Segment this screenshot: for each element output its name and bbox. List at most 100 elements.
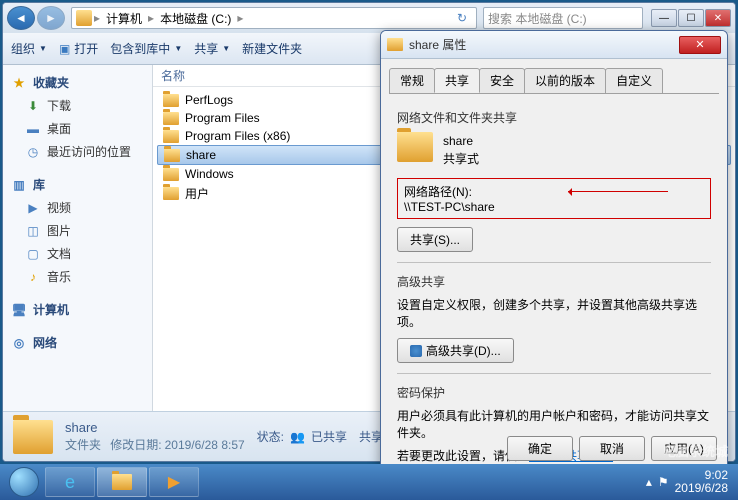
breadcrumb[interactable]: ▸ 计算机 ▸ 本地磁盘 (C:) ▸ ↻: [71, 7, 477, 29]
chevron-right-icon: ▸: [237, 11, 243, 25]
folder-icon: [387, 38, 403, 51]
details-status: 状态: 👥 已共享: [257, 428, 347, 445]
dialog-tabs: 常规 共享 安全 以前的版本 自定义: [389, 68, 719, 94]
sidebar-network[interactable]: ◎网络: [3, 331, 152, 354]
windows-icon: [9, 467, 39, 497]
window-controls: — ☐ ✕: [651, 9, 731, 27]
taskbar-ie[interactable]: e: [45, 467, 95, 497]
search-placeholder: 搜索 本地磁盘 (C:): [488, 10, 587, 27]
network-icon: ◎: [11, 335, 27, 351]
open-icon: ▣: [59, 42, 70, 56]
breadcrumb-drive[interactable]: 本地磁盘 (C:): [156, 10, 235, 27]
tray-up-icon[interactable]: ▴: [646, 475, 652, 489]
close-button[interactable]: ✕: [705, 9, 731, 27]
share-menu[interactable]: 共享▼: [194, 40, 230, 57]
chevron-down-icon: ▼: [39, 44, 47, 53]
library-icon: ▥: [11, 177, 27, 193]
forward-button[interactable]: ►: [37, 6, 65, 30]
section-network-sharing: 网络文件和文件夹共享: [397, 109, 711, 126]
share-name: share: [443, 132, 479, 150]
drive-icon: [76, 10, 92, 26]
nav-buttons: ◄ ►: [7, 6, 65, 30]
system-tray: ▴ ⚑ 9:02 2019/6/28: [646, 469, 734, 495]
people-icon: 👥: [290, 430, 305, 444]
document-icon: ▢: [25, 246, 41, 262]
sidebar: ★收藏夹 ⬇下载 ▬桌面 ◷最近访问的位置 ▥库 ▶视频 ◫图片 ▢文档 ♪音乐…: [3, 65, 153, 411]
cancel-button[interactable]: 取消: [579, 436, 645, 461]
chevron-down-icon: ▼: [174, 44, 182, 53]
folder-icon: [397, 132, 433, 162]
breadcrumb-computer[interactable]: 计算机: [102, 10, 146, 27]
ie-icon: e: [65, 472, 75, 493]
start-button[interactable]: [4, 466, 44, 498]
video-icon: ▶: [25, 200, 41, 216]
advanced-share-button[interactable]: 高级共享(D)...: [397, 338, 514, 363]
ok-button[interactable]: 确定: [507, 436, 573, 461]
sidebar-pictures[interactable]: ◫图片: [3, 219, 152, 242]
sidebar-computer[interactable]: 🖥计算机: [3, 298, 152, 321]
chevron-right-icon: ▸: [94, 11, 100, 25]
section-password: 密码保护: [397, 384, 711, 401]
folder-icon: [163, 168, 179, 181]
shield-icon: [410, 345, 422, 357]
sidebar-music[interactable]: ♪音乐: [3, 265, 152, 288]
refresh-icon[interactable]: ↻: [452, 11, 472, 25]
maximize-button[interactable]: ☐: [678, 9, 704, 27]
dialog-title: share 属性: [409, 36, 679, 53]
media-icon: ▶: [168, 472, 180, 492]
newfolder-button[interactable]: 新建文件夹: [242, 40, 302, 57]
network-path-box: 网络路径(N): \\TEST-PC\share: [397, 178, 711, 219]
share-info: share 共享式: [397, 132, 711, 168]
share-button[interactable]: 共享(S)...: [397, 227, 473, 252]
star-icon: ★: [11, 75, 27, 91]
music-icon: ♪: [25, 269, 41, 285]
action-center-icon[interactable]: ⚑: [658, 475, 669, 489]
sidebar-downloads[interactable]: ⬇下载: [3, 94, 152, 117]
picture-icon: ◫: [25, 223, 41, 239]
sidebar-libraries[interactable]: ▥库: [3, 173, 152, 196]
chevron-down-icon: ▼: [222, 44, 230, 53]
folder-icon: [163, 94, 179, 107]
folder-icon: [163, 187, 179, 200]
watermark: 电脑系统城: [663, 441, 728, 460]
search-input[interactable]: 搜索 本地磁盘 (C:): [483, 7, 643, 29]
folder-icon: [164, 149, 180, 162]
section-advanced: 高级共享: [397, 273, 711, 290]
share-state: 共享式: [443, 150, 479, 168]
sidebar-favorites[interactable]: ★收藏夹: [3, 71, 152, 94]
tab-previous[interactable]: 以前的版本: [524, 68, 606, 93]
details-modified: 2019/6/28 8:57: [165, 438, 245, 452]
folder-icon: [112, 474, 132, 490]
tab-sharing[interactable]: 共享: [434, 68, 480, 93]
taskbar: e ▶ ▴ ⚑ 9:02 2019/6/28: [0, 464, 738, 500]
sidebar-desktop[interactable]: ▬桌面: [3, 117, 152, 140]
tray-clock[interactable]: 9:02 2019/6/28: [675, 469, 728, 495]
minimize-button[interactable]: —: [651, 9, 677, 27]
organize-menu[interactable]: 组织▼: [11, 40, 47, 57]
taskbar-media[interactable]: ▶: [149, 467, 199, 497]
folder-icon: [163, 112, 179, 125]
desktop: ◄ ► ▸ 计算机 ▸ 本地磁盘 (C:) ▸ ↻ 搜索 本地磁盘 (C:) —…: [0, 0, 738, 500]
folder-icon: [13, 420, 53, 454]
taskbar-explorer[interactable]: [97, 467, 147, 497]
tab-content: 网络文件和文件夹共享 share 共享式 网络路径(N): \\TEST-PC\…: [389, 101, 719, 470]
sidebar-documents[interactable]: ▢文档: [3, 242, 152, 265]
tab-custom[interactable]: 自定义: [605, 68, 663, 93]
tab-security[interactable]: 安全: [479, 68, 525, 93]
folder-icon: [163, 130, 179, 143]
sidebar-recent[interactable]: ◷最近访问的位置: [3, 140, 152, 163]
advanced-desc: 设置自定义权限，创建多个共享，并设置其他高级共享选项。: [397, 296, 711, 330]
include-menu[interactable]: 包含到库中▼: [110, 40, 182, 57]
sidebar-videos[interactable]: ▶视频: [3, 196, 152, 219]
recent-icon: ◷: [25, 144, 41, 160]
path-value: \\TEST-PC\share: [404, 200, 704, 214]
computer-icon: 🖥: [11, 302, 27, 318]
dialog-close-button[interactable]: ✕: [679, 36, 721, 54]
details-type: 文件夹: [65, 438, 101, 452]
back-button[interactable]: ◄: [7, 6, 35, 30]
open-button[interactable]: ▣打开: [59, 40, 98, 57]
tab-general[interactable]: 常规: [389, 68, 435, 93]
desktop-icon: ▬: [25, 121, 41, 137]
annotation-arrow: [568, 191, 668, 192]
details-text: share 文件夹 修改日期: 2019/6/28 8:57: [65, 419, 245, 455]
